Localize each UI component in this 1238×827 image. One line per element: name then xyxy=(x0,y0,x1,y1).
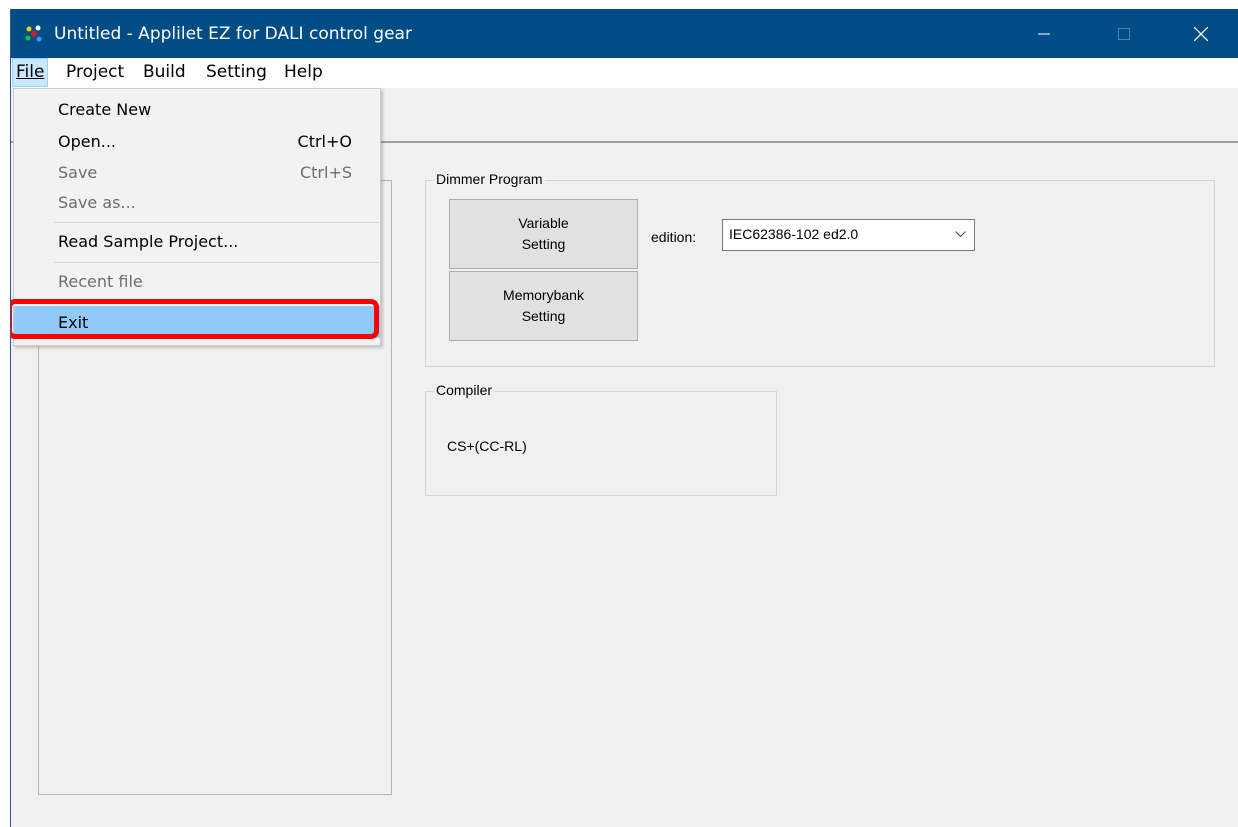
menu-item-recent-file: Recent file xyxy=(14,267,380,297)
compiler-group: Compiler CS+(CC-RL) xyxy=(425,382,777,496)
app-icon xyxy=(25,25,42,42)
menu-item-shortcut: Ctrl+O xyxy=(297,132,352,151)
variable-setting-button[interactable]: Variable Setting xyxy=(449,199,638,269)
menu-item-save: Save Ctrl+S xyxy=(14,158,380,188)
compiler-legend: Compiler xyxy=(434,382,495,398)
chevron-down-icon xyxy=(955,231,966,238)
minimize-button[interactable] xyxy=(1014,9,1074,58)
menu-project[interactable]: Project xyxy=(66,62,124,82)
dimmer-program-group: Dimmer Program Variable Setting Memoryba… xyxy=(425,171,1215,367)
menu-separator xyxy=(54,222,379,223)
exit-highlight-annotation xyxy=(11,299,379,339)
window-title: Untitled - Applilet EZ for DALI control … xyxy=(54,24,412,44)
menu-bar: File Project Build Setting Help xyxy=(11,58,1238,88)
edition-select-value: IEC62386-102 ed2.0 xyxy=(729,226,859,242)
edition-select[interactable]: IEC62386-102 ed2.0 xyxy=(722,219,975,251)
menu-item-read-sample-project[interactable]: Read Sample Project... xyxy=(14,227,380,257)
dimmer-program-legend: Dimmer Program xyxy=(434,171,545,187)
close-button[interactable] xyxy=(1171,9,1231,58)
menu-item-label: Create New xyxy=(58,100,152,119)
minimize-icon xyxy=(1038,33,1050,34)
menu-item-label: Save as... xyxy=(58,193,136,212)
app-window: Untitled - Applilet EZ for DALI control … xyxy=(10,9,1238,827)
compiler-value: CS+(CC-RL) xyxy=(447,438,527,454)
menu-item-shortcut: Ctrl+S xyxy=(299,163,352,182)
menu-item-save-as: Save as... xyxy=(14,188,380,218)
menu-item-label: Open... xyxy=(58,132,116,151)
menu-item-label: Read Sample Project... xyxy=(58,232,239,251)
edition-label: edition: xyxy=(651,229,697,245)
title-bar: Untitled - Applilet EZ for DALI control … xyxy=(11,9,1238,58)
memorybank-setting-button[interactable]: Memorybank Setting xyxy=(449,271,638,341)
menu-item-label: Recent file xyxy=(58,272,143,291)
maximize-icon xyxy=(1118,27,1130,40)
menu-item-open[interactable]: Open... Ctrl+O xyxy=(14,127,380,157)
menu-help[interactable]: Help xyxy=(284,62,323,82)
close-icon xyxy=(1194,26,1208,41)
menu-file-label: File xyxy=(16,62,45,82)
menu-file[interactable]: File xyxy=(12,58,49,87)
maximize-button[interactable] xyxy=(1094,9,1154,58)
menu-setting[interactable]: Setting xyxy=(206,62,267,82)
menu-item-create-new[interactable]: Create New xyxy=(14,95,380,125)
menu-separator xyxy=(54,262,379,263)
menu-item-label: Save xyxy=(58,163,98,182)
menu-build[interactable]: Build xyxy=(143,62,186,82)
